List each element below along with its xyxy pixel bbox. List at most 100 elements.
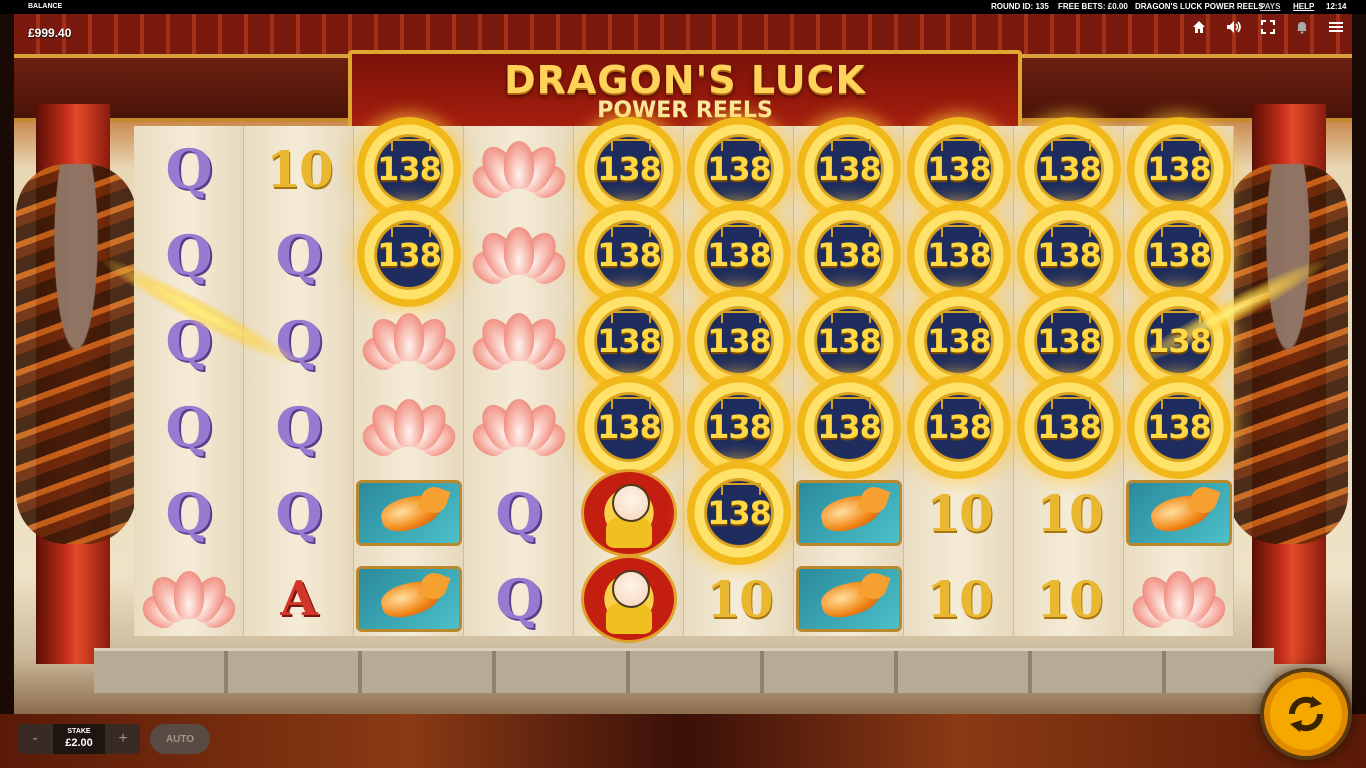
coin-value: 138 [817, 150, 882, 188]
balance-value: £999.40 [28, 26, 72, 40]
coin-value: 138 [1037, 236, 1102, 274]
stake-value: £2.00 [65, 737, 93, 749]
bottom-bar: - STAKE £2.00 + AUTO [0, 714, 1366, 768]
lotus-icon [356, 397, 462, 461]
symbol-10-text: 10 [926, 483, 994, 543]
logo-subtitle: POWER REELS [597, 98, 773, 123]
coin-value: 138 [1147, 322, 1212, 360]
lotus-symbol [134, 556, 244, 642]
symbol-a: A [244, 556, 354, 642]
symbol-q-text: Q [275, 223, 323, 287]
lotus-icon [1126, 569, 1232, 633]
coin-value: 138 [707, 236, 772, 274]
symbol-10: 10 [244, 126, 354, 212]
balance-label: BALANCE [28, 3, 63, 10]
coin-value: 138 [927, 408, 992, 446]
symbol-q-text: Q [275, 309, 323, 373]
coin-symbol: 138 [687, 461, 791, 565]
top-bar: BALANCE ROUND ID: 135 FREE BETS: £0.00 D… [0, 0, 1366, 14]
koi-symbol [354, 556, 464, 642]
koi-fish-icon [1126, 480, 1232, 546]
home-icon[interactable] [1192, 20, 1206, 39]
spin-arrows-icon [1288, 696, 1324, 732]
symbol-10-text: 10 [706, 569, 774, 629]
pays-link[interactable]: PAYS [1260, 2, 1280, 11]
stake-display: STAKE £2.00 [53, 724, 105, 754]
symbol-10: 10 [1014, 556, 1124, 642]
coin-value: 138 [707, 408, 772, 446]
coin-symbol: 138 [1017, 375, 1121, 479]
koi-fish-icon [356, 480, 462, 546]
lotus-symbol [464, 212, 574, 298]
game-logo: DRAGON'S LUCK POWER REELS [348, 50, 1022, 130]
doll-symbol [574, 469, 684, 557]
coin-value: 138 [1147, 236, 1212, 274]
symbol-q-text: Q [275, 395, 323, 459]
symbol-q-text: Q [165, 481, 213, 545]
lotus-symbol [1124, 556, 1234, 642]
symbol-10-text: 10 [1036, 569, 1104, 629]
symbol-q: Q [134, 384, 244, 470]
notification-icon[interactable] [1295, 20, 1309, 39]
lotus-icon [466, 225, 572, 289]
sound-icon[interactable] [1226, 20, 1242, 39]
stake-decrease-button[interactable]: - [18, 724, 52, 754]
lotus-symbol [464, 126, 574, 212]
coin-symbol: 138 [1127, 375, 1231, 479]
koi-symbol [354, 470, 464, 556]
coin-value: 138 [377, 150, 442, 188]
symbol-10: 10 [684, 556, 794, 642]
symbol-q: Q [244, 212, 354, 298]
coin-value: 138 [597, 408, 662, 446]
right-dragon-statue [1228, 164, 1348, 544]
koi-symbol [1124, 470, 1234, 556]
symbol-10: 10 [904, 556, 1014, 642]
coin-value: 138 [817, 408, 882, 446]
symbol-10: 10 [904, 470, 1014, 556]
coin-value: 138 [927, 236, 992, 274]
doll-icon [581, 469, 677, 557]
symbol-q: Q [134, 126, 244, 212]
reel-grid: Q Q Q Q Q 10 Q Q Q Q A 138 138 Q Q 138 138 138 138 138 138 13… [134, 117, 1234, 643]
symbol-10-text: 10 [266, 139, 334, 199]
logo-title: DRAGON'S LUCK [504, 58, 866, 102]
coin-value: 138 [1037, 408, 1102, 446]
symbol-10-text: 10 [1036, 483, 1104, 543]
symbol-q-text: Q [275, 481, 323, 545]
coin-value: 138 [707, 322, 772, 360]
autoplay-button[interactable]: AUTO [150, 724, 210, 754]
coin-value: 138 [597, 236, 662, 274]
symbol-q-text: Q [495, 567, 543, 631]
coin-symbol: 138 [357, 203, 461, 307]
coin-value: 138 [927, 322, 992, 360]
coin-value: 138 [377, 236, 442, 274]
fullscreen-icon[interactable] [1261, 20, 1275, 39]
round-id: ROUND ID: 135 [991, 2, 1049, 11]
menu-icon[interactable] [1328, 20, 1344, 39]
lotus-symbol [464, 384, 574, 470]
symbol-10: 10 [1014, 470, 1124, 556]
free-bets: FREE BETS: £0.00 [1058, 2, 1128, 11]
help-link[interactable]: HELP [1293, 2, 1314, 11]
lotus-symbol [464, 298, 574, 384]
stake-increase-button[interactable]: + [106, 724, 140, 754]
lotus-icon [466, 139, 572, 203]
lotus-icon [466, 311, 572, 375]
left-dragon-statue [16, 164, 136, 544]
symbol-q-text: Q [165, 395, 213, 459]
spin-button[interactable] [1264, 672, 1348, 756]
symbol-q: Q [464, 556, 574, 642]
clock: 12:14 [1326, 2, 1347, 11]
symbol-10-text: 10 [926, 569, 994, 629]
koi-fish-icon [356, 566, 462, 632]
coin-symbol: 138 [907, 375, 1011, 479]
symbol-q-text: Q [165, 137, 213, 201]
koi-fish-icon [796, 480, 902, 546]
stake-label: STAKE [67, 728, 91, 735]
coin-value: 138 [1147, 150, 1212, 188]
coin-value: 138 [597, 322, 662, 360]
game-name: DRAGON'S LUCK POWER REELS [1135, 2, 1264, 11]
symbol-q-text: Q [165, 223, 213, 287]
lotus-symbol [354, 384, 464, 470]
lotus-icon [356, 311, 462, 375]
